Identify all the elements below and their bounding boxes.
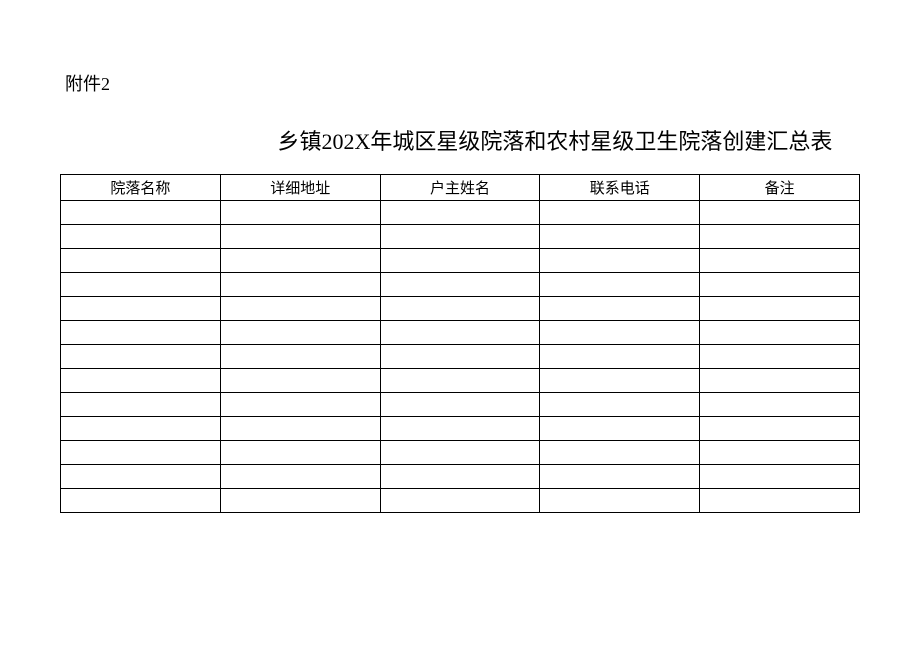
table-cell (61, 345, 221, 369)
table-cell (540, 225, 700, 249)
table-cell (700, 297, 860, 321)
table-cell (61, 393, 221, 417)
table-body (61, 201, 860, 513)
table-row (61, 297, 860, 321)
table-cell (380, 489, 540, 513)
table-cell (380, 441, 540, 465)
table-row (61, 393, 860, 417)
table-cell (700, 321, 860, 345)
table-cell (380, 225, 540, 249)
table-cell (540, 417, 700, 441)
table-cell (540, 489, 700, 513)
table-cell (220, 273, 380, 297)
table-cell (540, 201, 700, 225)
table-cell (61, 297, 221, 321)
table-cell (700, 345, 860, 369)
table-cell (220, 417, 380, 441)
table-row (61, 321, 860, 345)
table-cell (61, 441, 221, 465)
col-header-remark: 备注 (700, 175, 860, 201)
table-cell (61, 249, 221, 273)
table-cell (61, 417, 221, 441)
table-row (61, 417, 860, 441)
table-row (61, 249, 860, 273)
table-cell (700, 465, 860, 489)
table-cell (380, 393, 540, 417)
table-row (61, 489, 860, 513)
table-cell (380, 249, 540, 273)
table-row (61, 273, 860, 297)
table-cell (700, 273, 860, 297)
col-header-address: 详细地址 (220, 175, 380, 201)
table-cell (220, 345, 380, 369)
table-cell (220, 225, 380, 249)
table-cell (380, 273, 540, 297)
table-cell (380, 345, 540, 369)
table-row (61, 225, 860, 249)
table-cell (61, 465, 221, 489)
table-cell (220, 297, 380, 321)
table-row (61, 465, 860, 489)
table-cell (380, 321, 540, 345)
table-cell (61, 489, 221, 513)
table-cell (700, 225, 860, 249)
page-title: 乡镇202X年城区星级院落和农村星级卫生院落创建汇总表 (60, 124, 860, 156)
table-cell (700, 489, 860, 513)
table-cell (220, 489, 380, 513)
table-cell (540, 441, 700, 465)
table-cell (540, 321, 700, 345)
table-cell (540, 249, 700, 273)
table-row (61, 345, 860, 369)
table-cell (380, 369, 540, 393)
attachment-label: 附件2 (60, 70, 860, 96)
table-header-row: 院落名称 详细地址 户主姓名 联系电话 备注 (61, 175, 860, 201)
table-row (61, 201, 860, 225)
table-cell (380, 417, 540, 441)
table-cell (700, 393, 860, 417)
table-cell (61, 273, 221, 297)
col-header-owner: 户主姓名 (380, 175, 540, 201)
table-cell (380, 297, 540, 321)
table-cell (700, 417, 860, 441)
summary-table: 院落名称 详细地址 户主姓名 联系电话 备注 (60, 174, 860, 513)
table-cell (540, 297, 700, 321)
table-cell (540, 273, 700, 297)
table-cell (61, 201, 221, 225)
table-cell (220, 441, 380, 465)
table-cell (220, 201, 380, 225)
table-cell (540, 393, 700, 417)
table-cell (61, 225, 221, 249)
table-cell (61, 321, 221, 345)
table-cell (380, 201, 540, 225)
table-cell (540, 369, 700, 393)
table-cell (220, 465, 380, 489)
table-row (61, 369, 860, 393)
table-cell (700, 369, 860, 393)
table-cell (380, 465, 540, 489)
table-cell (220, 321, 380, 345)
table-cell (61, 369, 221, 393)
table-row (61, 441, 860, 465)
table-cell (220, 393, 380, 417)
col-header-phone: 联系电话 (540, 175, 700, 201)
table-cell (220, 369, 380, 393)
col-header-name: 院落名称 (61, 175, 221, 201)
table-cell (220, 249, 380, 273)
table-cell (700, 441, 860, 465)
table-cell (700, 201, 860, 225)
table-cell (700, 249, 860, 273)
table-cell (540, 465, 700, 489)
table-cell (540, 345, 700, 369)
